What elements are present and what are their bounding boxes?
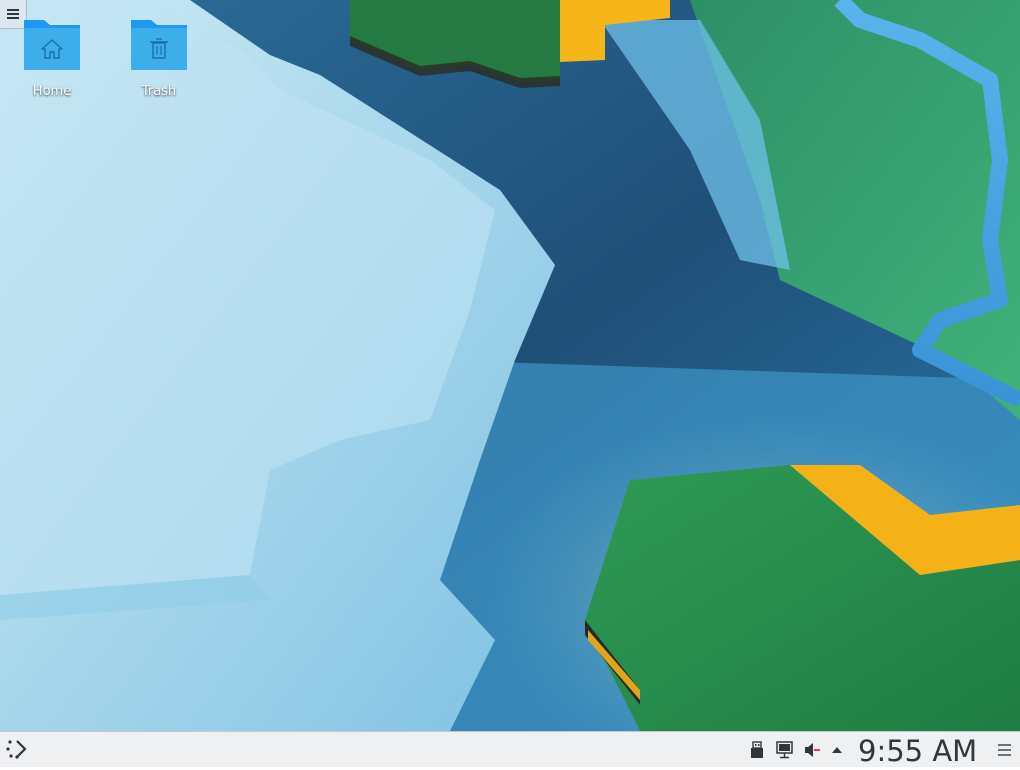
desktop-icon-label: Trash [141, 84, 177, 99]
application-launcher-icon[interactable] [4, 737, 28, 761]
panel-options-icon[interactable] [998, 744, 1011, 756]
trash-folder-icon [131, 20, 187, 70]
home-folder-icon [24, 20, 80, 70]
network-wired-icon[interactable] [776, 741, 794, 759]
desktop-icon-home[interactable]: Home [12, 16, 92, 99]
desktop-icon-label: Home [32, 84, 72, 99]
system-tray [750, 732, 843, 768]
taskbar: 9:55 AM [0, 731, 1020, 768]
desktop-icon-trash[interactable]: Trash [119, 16, 199, 99]
expand-up-arrow-icon[interactable] [831, 744, 843, 756]
wallpaper [0, 0, 1020, 731]
usb-device-icon[interactable] [750, 741, 764, 759]
digital-clock[interactable]: 9:55 AM [858, 732, 977, 768]
desktop[interactable]: Home Trash [0, 0, 1020, 731]
volume-muted-icon[interactable] [803, 741, 821, 759]
